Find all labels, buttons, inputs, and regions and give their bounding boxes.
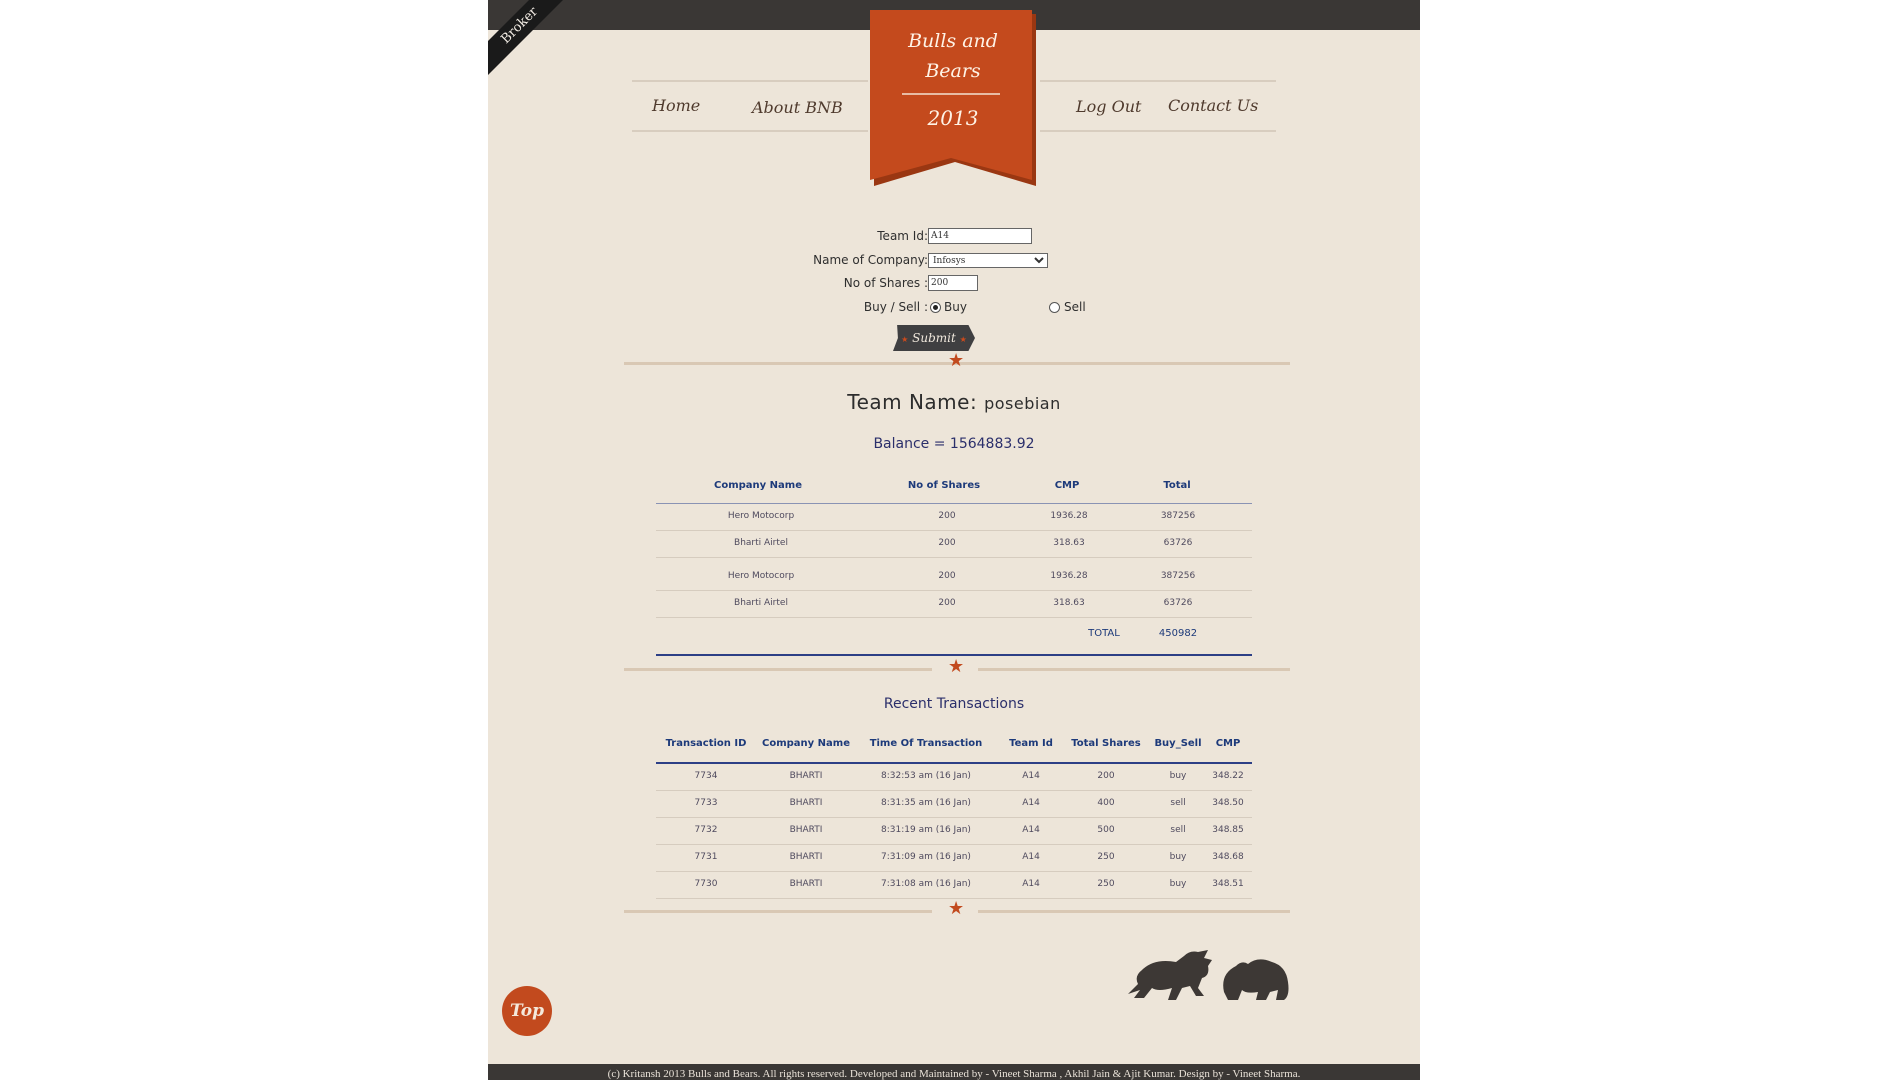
tx-header-shares: Total Shares bbox=[1071, 738, 1141, 749]
nav-contact-link[interactable]: Contact Us bbox=[1168, 96, 1258, 115]
back-to-top-button[interactable]: Top bbox=[502, 986, 552, 1036]
tx-header-buysell: Buy_Sell bbox=[1154, 738, 1202, 749]
nav-logout-link[interactable]: Log Out bbox=[1076, 97, 1141, 116]
holdings-header-cmp: CMP bbox=[1054, 480, 1080, 491]
buy-sell-label: Buy / Sell : bbox=[863, 300, 928, 314]
logo-ribbon[interactable]: Bulls and Bears 2013 bbox=[870, 10, 1036, 186]
section-divider: ★ bbox=[624, 352, 1290, 370]
team-name-heading: Team Name: posebian bbox=[488, 390, 1420, 414]
submit-label: Submit bbox=[912, 331, 956, 345]
nav-line-bottom-right bbox=[1040, 130, 1276, 132]
holdings-total-value: 450982 bbox=[1158, 628, 1198, 639]
submit-button[interactable]: ★ Submit ★ bbox=[893, 325, 975, 351]
team-name-value: posebian bbox=[984, 394, 1061, 413]
shares-label: No of Shares : bbox=[843, 276, 928, 290]
star-icon: ★ bbox=[948, 898, 965, 919]
tx-header-cmp: CMP bbox=[1215, 738, 1241, 749]
team-id-row: Team Id: bbox=[488, 226, 1420, 246]
tx-header-id: Transaction ID bbox=[665, 738, 747, 749]
holdings-header-company: Company Name bbox=[714, 480, 802, 491]
nav-home-link[interactable]: Home bbox=[652, 96, 700, 115]
logo-line-1: Bulls and bbox=[908, 30, 998, 52]
section-divider: ★ bbox=[624, 658, 1290, 676]
buy-sell-row: Buy / Sell : Buy Sell bbox=[488, 297, 1420, 317]
shares-row: No of Shares : bbox=[488, 273, 1420, 293]
tx-header-company: Company Name bbox=[762, 738, 850, 749]
bull-bear-icon bbox=[1128, 950, 1289, 1000]
holdings-header-total: Total bbox=[1163, 480, 1191, 491]
logo-line-2: Bears bbox=[925, 60, 981, 82]
tx-header-time: Time Of Transaction bbox=[869, 738, 983, 749]
sell-radio[interactable] bbox=[1049, 302, 1060, 313]
holdings-table: Company Name No of Shares CMP Total Hero… bbox=[656, 476, 1252, 656]
transactions-table: Transaction ID Company Name Time Of Tran… bbox=[656, 732, 1252, 902]
company-select[interactable]: Infosys bbox=[928, 253, 1048, 268]
transactions-title: Recent Transactions bbox=[883, 696, 1025, 712]
section-divider: ★ bbox=[624, 900, 1290, 918]
nav-line-top-right bbox=[1040, 80, 1276, 82]
company-label: Name of Company: bbox=[813, 253, 928, 267]
holdings-total-label: TOTAL bbox=[1088, 628, 1120, 639]
logo-year: 2013 bbox=[927, 106, 979, 130]
page: Broker Home About BNB Log Out Contact Us… bbox=[488, 0, 1420, 1080]
star-icon: ★ bbox=[959, 335, 967, 344]
team-id-input[interactable] bbox=[928, 228, 1032, 244]
tx-header-team: Team Id bbox=[1009, 738, 1053, 749]
star-icon: ★ bbox=[948, 350, 965, 371]
team-id-label: Team Id: bbox=[877, 229, 928, 243]
footer: (c) Kritansh 2013 Bulls and Bears. All r… bbox=[488, 1064, 1420, 1080]
buy-radio-label: Buy bbox=[944, 300, 967, 314]
team-name-label: Team Name: bbox=[847, 390, 978, 414]
company-row: Name of Company: Infosys bbox=[488, 250, 1420, 270]
nav-line-top-left bbox=[632, 80, 868, 82]
shares-input[interactable] bbox=[928, 275, 978, 291]
star-icon: ★ bbox=[948, 656, 965, 677]
nav-line-bottom-left bbox=[632, 130, 868, 132]
holdings-header-shares: No of Shares bbox=[907, 480, 981, 491]
sell-radio-label: Sell bbox=[1064, 300, 1086, 314]
star-icon: ★ bbox=[901, 335, 909, 344]
buy-radio[interactable] bbox=[930, 302, 941, 313]
nav-about-link[interactable]: About BNB bbox=[752, 98, 843, 117]
balance-text: Balance = 1564883.92 bbox=[873, 436, 1035, 452]
